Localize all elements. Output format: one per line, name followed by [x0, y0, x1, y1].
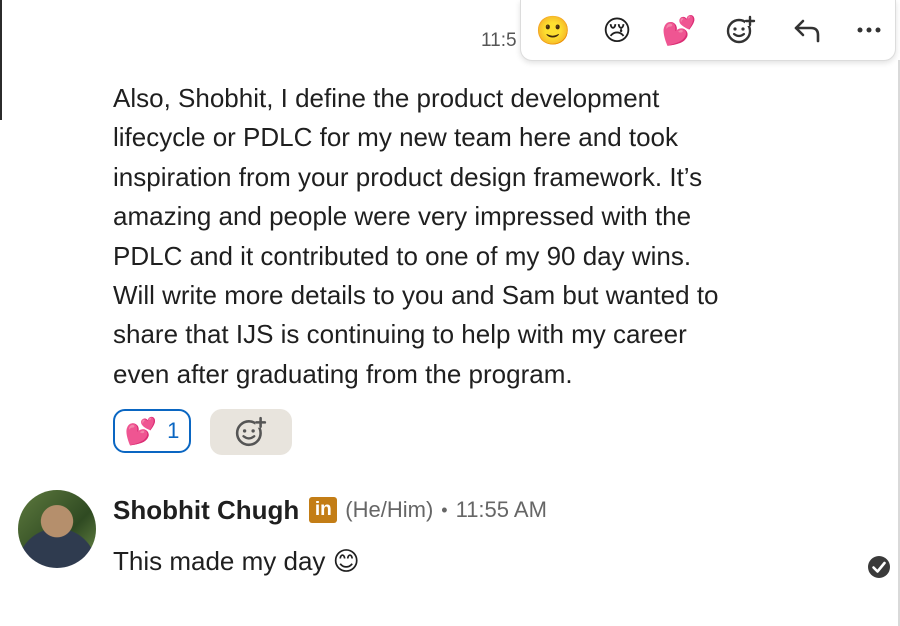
reply-arrow-icon — [794, 19, 820, 43]
react-smile-button[interactable]: 🙂 — [531, 8, 575, 52]
react-sad-button[interactable]: 😢 — [595, 8, 639, 52]
add-reaction-icon — [235, 416, 267, 447]
pronouns: (He/Him) — [345, 497, 434, 522]
read-receipt-check-icon — [868, 556, 890, 578]
two-hearts-emoji-icon: 💕 — [124, 415, 158, 446]
add-reaction-chip[interactable] — [210, 409, 292, 455]
separator-dot: • — [441, 499, 448, 520]
two-hearts-emoji-icon: 💕 — [661, 14, 697, 46]
add-reaction-button[interactable] — [719, 8, 763, 52]
add-reaction-icon — [726, 15, 756, 44]
message-line: even after graduating from the program. — [113, 358, 573, 389]
avatar[interactable] — [18, 490, 96, 568]
message-line: inspiration from your product design fra… — [113, 161, 703, 192]
window-edge — [0, 0, 2, 120]
react-hearts-button[interactable]: 💕 — [657, 8, 701, 52]
message-line: PDLC and it contributed to one of my 90 … — [113, 240, 692, 271]
reply-message-text: This made my day 😊 — [113, 546, 360, 576]
sender-name[interactable]: Shobhit Chugh — [113, 495, 299, 526]
sender-header: Shobhit Chugh in (He/Him) • 11:55 AM — [113, 494, 547, 526]
message-line: Also, Shobhit, I define the product deve… — [113, 83, 660, 113]
reply-button[interactable] — [785, 8, 829, 52]
linkedin-premium-badge-icon: in — [309, 497, 338, 523]
message-timestamp: 11:5 — [481, 30, 517, 51]
smile-emoji-icon: 🙂 — [535, 14, 571, 46]
reaction-count: 1 — [167, 418, 180, 443]
message-text: Also, Shobhit, I define the product deve… — [113, 79, 803, 394]
message-line: Will write more details to you and Sam b… — [113, 280, 719, 311]
sent-timestamp: 11:55 AM — [455, 497, 547, 522]
message-line: share that IJS is continuing to help wit… — [113, 319, 687, 350]
reaction-chip[interactable]: 💕 1 — [113, 409, 191, 453]
hover-reaction-bar: 🙂 😢 💕 — [520, 0, 896, 61]
message-line: lifecycle or PDLC for my new team here a… — [113, 122, 679, 153]
message-line: amazing and people were very impressed w… — [113, 201, 692, 232]
more-dots-icon — [857, 27, 881, 33]
more-options-button[interactable] — [847, 8, 891, 52]
crying-emoji-icon: 😢 — [602, 14, 632, 46]
